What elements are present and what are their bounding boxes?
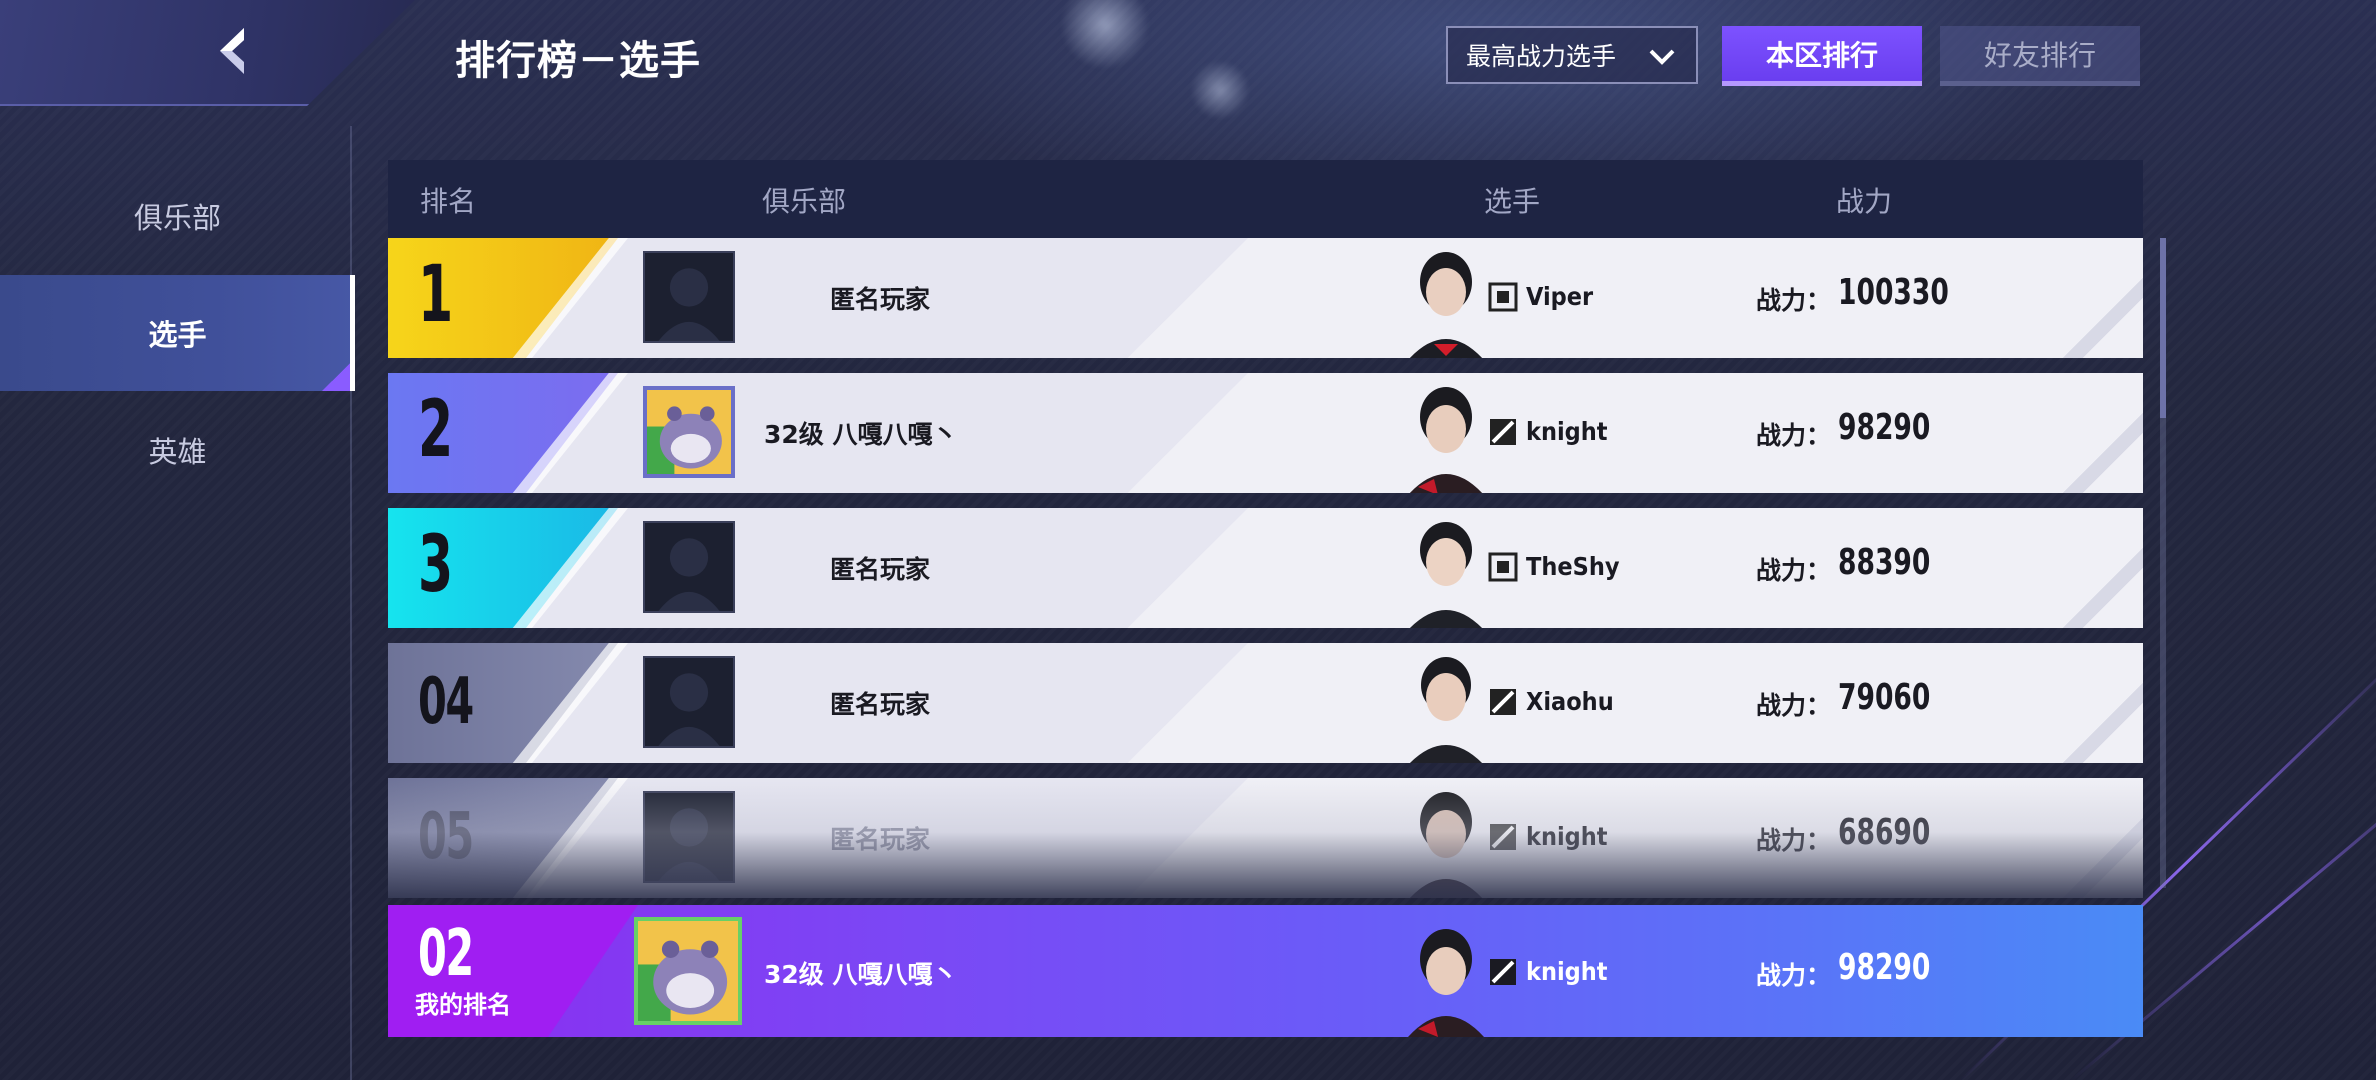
column-header-club: 俱乐部 bbox=[762, 185, 847, 218]
row-deco bbox=[2063, 238, 2143, 358]
rank-number: 05 bbox=[418, 800, 474, 874]
club-name: 匿名玩家 bbox=[830, 555, 931, 584]
column-header-player: 选手 bbox=[1484, 185, 1541, 218]
power-label: 战力： bbox=[1756, 556, 1832, 585]
table-row[interactable]: 05 匿名玩家 knight 战力： 68690 bbox=[388, 778, 2143, 898]
power-value: 100330 bbox=[1838, 272, 1949, 313]
my-rank-label: 我的排名 bbox=[415, 991, 511, 1019]
tab-local-ranking[interactable]: 本区排行 bbox=[1722, 26, 1922, 86]
scrollbar[interactable] bbox=[2160, 238, 2166, 888]
club-name: 匿名玩家 bbox=[830, 825, 931, 854]
rank-number: 1 bbox=[418, 250, 453, 340]
back-panel bbox=[0, 0, 415, 106]
sort-dropdown[interactable]: 最高战力选手 bbox=[1446, 26, 1698, 84]
team-logo-icon bbox=[1490, 689, 1516, 715]
anonymous-avatar-icon bbox=[643, 791, 735, 883]
team-logo-icon bbox=[1490, 419, 1516, 445]
player-portrait bbox=[1409, 792, 1483, 898]
table-row[interactable]: 1 匿名玩家 Viper 战力： 100330 bbox=[388, 238, 2143, 358]
power-value: 79060 bbox=[1838, 677, 1931, 718]
row-deco bbox=[2063, 373, 2143, 493]
table-row[interactable]: 3 匿名玩家 TheShy 战力： 88390 bbox=[388, 508, 2143, 628]
power-label: 战力： bbox=[1756, 691, 1832, 720]
power-value: 68690 bbox=[1838, 812, 1931, 853]
my-rank-row[interactable]: 02 我的排名 32级 八嘎八嘎丶 knight 战力： 98290 bbox=[388, 905, 2143, 1037]
rank-badge bbox=[388, 778, 618, 898]
back-arrow-icon[interactable] bbox=[214, 26, 250, 76]
row-deco bbox=[2063, 643, 2143, 763]
row-deco bbox=[2063, 778, 2143, 898]
row-deco bbox=[2063, 508, 2143, 628]
club-name: 匿名玩家 bbox=[830, 285, 931, 314]
power-value: 88390 bbox=[1838, 542, 1931, 583]
player-name: TheShy bbox=[1526, 552, 1620, 581]
power-label: 战力： bbox=[1756, 421, 1832, 450]
table-row[interactable]: 04 匿名玩家 Xiaohu 战力： 79060 bbox=[388, 643, 2143, 763]
player-name: knight bbox=[1526, 822, 1608, 851]
player-name: Viper bbox=[1526, 282, 1594, 311]
my-rank-number: 02 bbox=[418, 917, 474, 991]
background-glow bbox=[1190, 60, 1250, 120]
power-label: 战力： bbox=[1756, 961, 1832, 990]
sidebar-item-player[interactable]: 选手 bbox=[0, 275, 355, 391]
player-name: Xiaohu bbox=[1526, 687, 1614, 716]
page-title: 排行榜－选手 bbox=[455, 38, 701, 84]
column-header-rank: 排名 bbox=[420, 185, 477, 218]
chevron-down-icon bbox=[1649, 49, 1675, 65]
power-value: 98290 bbox=[1838, 947, 1931, 988]
bear-avatar-icon bbox=[643, 386, 735, 478]
sidebar-item-club[interactable]: 俱乐部 bbox=[0, 158, 355, 274]
column-header-power: 战力 bbox=[1836, 185, 1893, 218]
club-name: 匿名玩家 bbox=[830, 690, 931, 719]
anonymous-avatar-icon bbox=[643, 251, 735, 343]
player-name: knight bbox=[1526, 957, 1608, 986]
sidebar-item-hero[interactable]: 英雄 bbox=[0, 392, 355, 508]
anonymous-avatar-icon bbox=[643, 521, 735, 613]
scroll-thumb[interactable] bbox=[2160, 238, 2166, 418]
rank-stripe bbox=[512, 778, 628, 898]
club-name: 32级 八嘎八嘎丶 bbox=[764, 960, 958, 989]
power-label: 战力： bbox=[1756, 286, 1832, 315]
background-glow bbox=[1060, 0, 1150, 70]
anonymous-avatar-icon bbox=[643, 656, 735, 748]
rank-number: 04 bbox=[418, 665, 474, 739]
power-value: 98290 bbox=[1838, 407, 1931, 448]
dropdown-label: 最高战力选手 bbox=[1466, 42, 1617, 71]
team-logo-icon bbox=[1490, 824, 1516, 850]
table-row[interactable]: 2 32级 八嘎八嘎丶 knight 战力： 98290 bbox=[388, 373, 2143, 493]
team-logo-icon bbox=[1490, 959, 1516, 985]
bear-avatar-icon bbox=[634, 917, 742, 1025]
rank-number: 3 bbox=[418, 520, 453, 610]
row-band bbox=[388, 778, 1248, 898]
leaderboard-screen: 排行榜－选手 最高战力选手 本区排行 好友排行 俱乐部 选手 英雄 排名 俱乐部… bbox=[0, 0, 2376, 1080]
power-label: 战力： bbox=[1756, 826, 1832, 855]
rank-number: 2 bbox=[418, 385, 453, 475]
table-header: 排名 俱乐部 选手 战力 bbox=[388, 160, 2143, 238]
player-name: knight bbox=[1526, 417, 1608, 446]
team-logo-icon bbox=[1488, 552, 1518, 582]
tab-friend-ranking[interactable]: 好友排行 bbox=[1940, 26, 2140, 86]
team-logo-icon bbox=[1488, 282, 1518, 312]
club-name: 32级 八嘎八嘎丶 bbox=[764, 420, 958, 449]
